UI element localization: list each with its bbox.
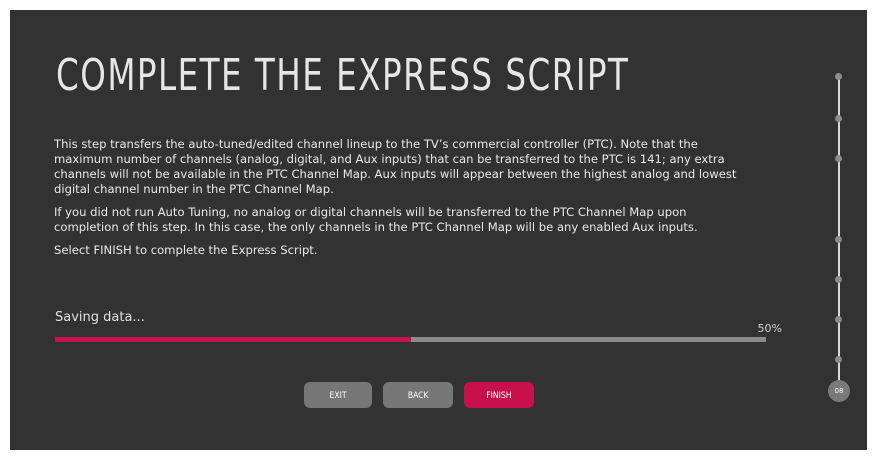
step-dot-7 (835, 356, 842, 363)
finish-button-label: FINISH (486, 391, 512, 401)
progress-percent: 50% (757, 322, 782, 335)
exit-button[interactable]: EXIT (304, 382, 372, 408)
progress-fill (55, 337, 411, 342)
progress-bar (55, 337, 766, 342)
current-step-indicator: 08 (828, 380, 850, 402)
step-dot-6 (835, 316, 842, 323)
step-dot-3 (835, 155, 842, 162)
back-button-label: BACK (407, 391, 429, 401)
progress-status: Saving data... (55, 310, 145, 325)
step-dot-4 (835, 236, 842, 243)
page-title: COMPLETE THE EXPRESS SCRIPT (56, 50, 630, 101)
step-dot-1 (835, 73, 842, 80)
finish-button[interactable]: FINISH (464, 382, 534, 408)
step-dot-5 (835, 276, 842, 283)
description: This step transfers the auto-tuned/edite… (54, 137, 744, 266)
exit-button-label: EXIT (329, 391, 347, 401)
description-paragraph-1: This step transfers the auto-tuned/edite… (54, 137, 737, 196)
description-paragraph-3: Select FINISH to complete the Express Sc… (54, 243, 318, 257)
description-paragraph-2: If you did not run Auto Tuning, no analo… (54, 205, 698, 234)
step-dot-2 (835, 115, 842, 122)
back-button[interactable]: BACK (383, 382, 453, 408)
